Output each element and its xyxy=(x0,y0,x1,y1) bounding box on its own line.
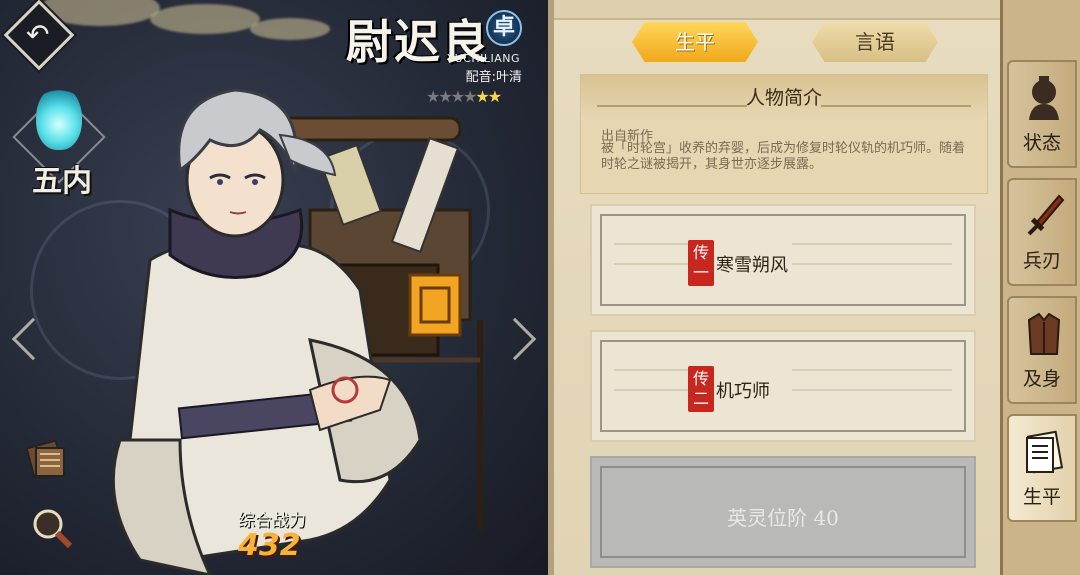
side-tab-equipment[interactable]: 及身 xyxy=(1007,296,1077,404)
spirit-flame-icon xyxy=(36,86,82,150)
section-title: 人物简介 xyxy=(745,87,822,109)
story-card-2[interactable]: 传二 机巧师 xyxy=(590,330,976,442)
rank-badge: 卓 xyxy=(486,10,522,46)
voice-actor: 配音:叶清 xyxy=(465,70,522,85)
cloud-decoration xyxy=(150,4,260,34)
combat-power-value: 432 xyxy=(238,528,301,563)
star-empty-icon: ★ xyxy=(450,87,465,106)
armor-icon xyxy=(1027,312,1061,355)
side-tab-weapon[interactable]: 兵刃 xyxy=(1007,178,1077,286)
character-portrait xyxy=(111,88,483,575)
side-tab-label: 状态 xyxy=(1022,132,1061,154)
card-pattern xyxy=(614,243,694,265)
scroll-book-icon xyxy=(1026,430,1064,474)
story-seal: 传一 xyxy=(688,240,714,286)
star-filled-icon: ★ xyxy=(487,87,502,106)
bio-description: 被「时轮宫」收养的弃婴，后成为修复时轮仪轨的机巧师。随着时轮之谜被揭开，其身世亦… xyxy=(601,141,966,172)
card-pattern xyxy=(792,243,952,265)
element-badge: 五内 xyxy=(12,86,106,199)
element-label: 五内 xyxy=(32,164,92,199)
section-header: 人物简介 xyxy=(581,75,987,119)
unlock-requirement: 英灵位阶 40 xyxy=(727,506,839,530)
cloud-decoration xyxy=(250,18,330,40)
story-title: 寒雪朔风 xyxy=(716,255,788,276)
locked-story-card: 英灵位阶 40 xyxy=(590,456,976,568)
status-portrait-icon xyxy=(1029,76,1059,120)
tab-biography[interactable]: 生平 xyxy=(632,22,758,62)
story-title: 机巧师 xyxy=(716,381,770,402)
sword-icon xyxy=(1027,194,1065,236)
star-rating: ★★★★★★ xyxy=(426,87,502,106)
card-pattern xyxy=(792,369,952,391)
story-seal: 传二 xyxy=(688,366,714,412)
side-tab-biography[interactable]: 生平 xyxy=(1007,414,1077,522)
star-empty-icon: ★ xyxy=(438,87,452,106)
tab-quotes[interactable]: 言语 xyxy=(812,22,938,62)
back-arrow-icon: ↶ xyxy=(26,17,50,51)
panel-frame xyxy=(554,0,1000,20)
info-panel: 生平 言语 人物简介 出自新作 被「时轮宫」收养的弃婴，后成为修复时轮仪轨的机巧… xyxy=(548,0,1000,575)
story-card-1[interactable]: 传一 寒雪朔风 xyxy=(590,204,976,316)
side-tab-label: 兵刃 xyxy=(1022,250,1061,272)
character-showcase: ↶ 五内 尉迟良 卓 YUCHILIANG 配音:叶清 ★★★★★★ 综合战力 … xyxy=(0,0,548,575)
star-empty-icon: ★ xyxy=(426,87,440,106)
side-tab-label: 生平 xyxy=(1022,486,1061,508)
card-pattern xyxy=(614,369,694,391)
scroll-archive-icon[interactable] xyxy=(24,436,70,482)
star-empty-icon: ★ xyxy=(463,87,477,106)
side-navigation: 状态 兵刃 及身 生平 xyxy=(1000,0,1080,575)
star-filled-icon: ★ xyxy=(475,87,489,106)
profile-section: 人物简介 出自新作 被「时轮宫」收养的弃婴，后成为修复时轮仪轨的机巧师。随着时轮… xyxy=(580,74,988,194)
side-tab-label: 及身 xyxy=(1022,368,1061,390)
magnifier-icon[interactable] xyxy=(28,504,74,550)
character-romaji: YUCHILIANG xyxy=(447,52,520,65)
side-tab-status[interactable]: 状态 xyxy=(1007,60,1077,168)
